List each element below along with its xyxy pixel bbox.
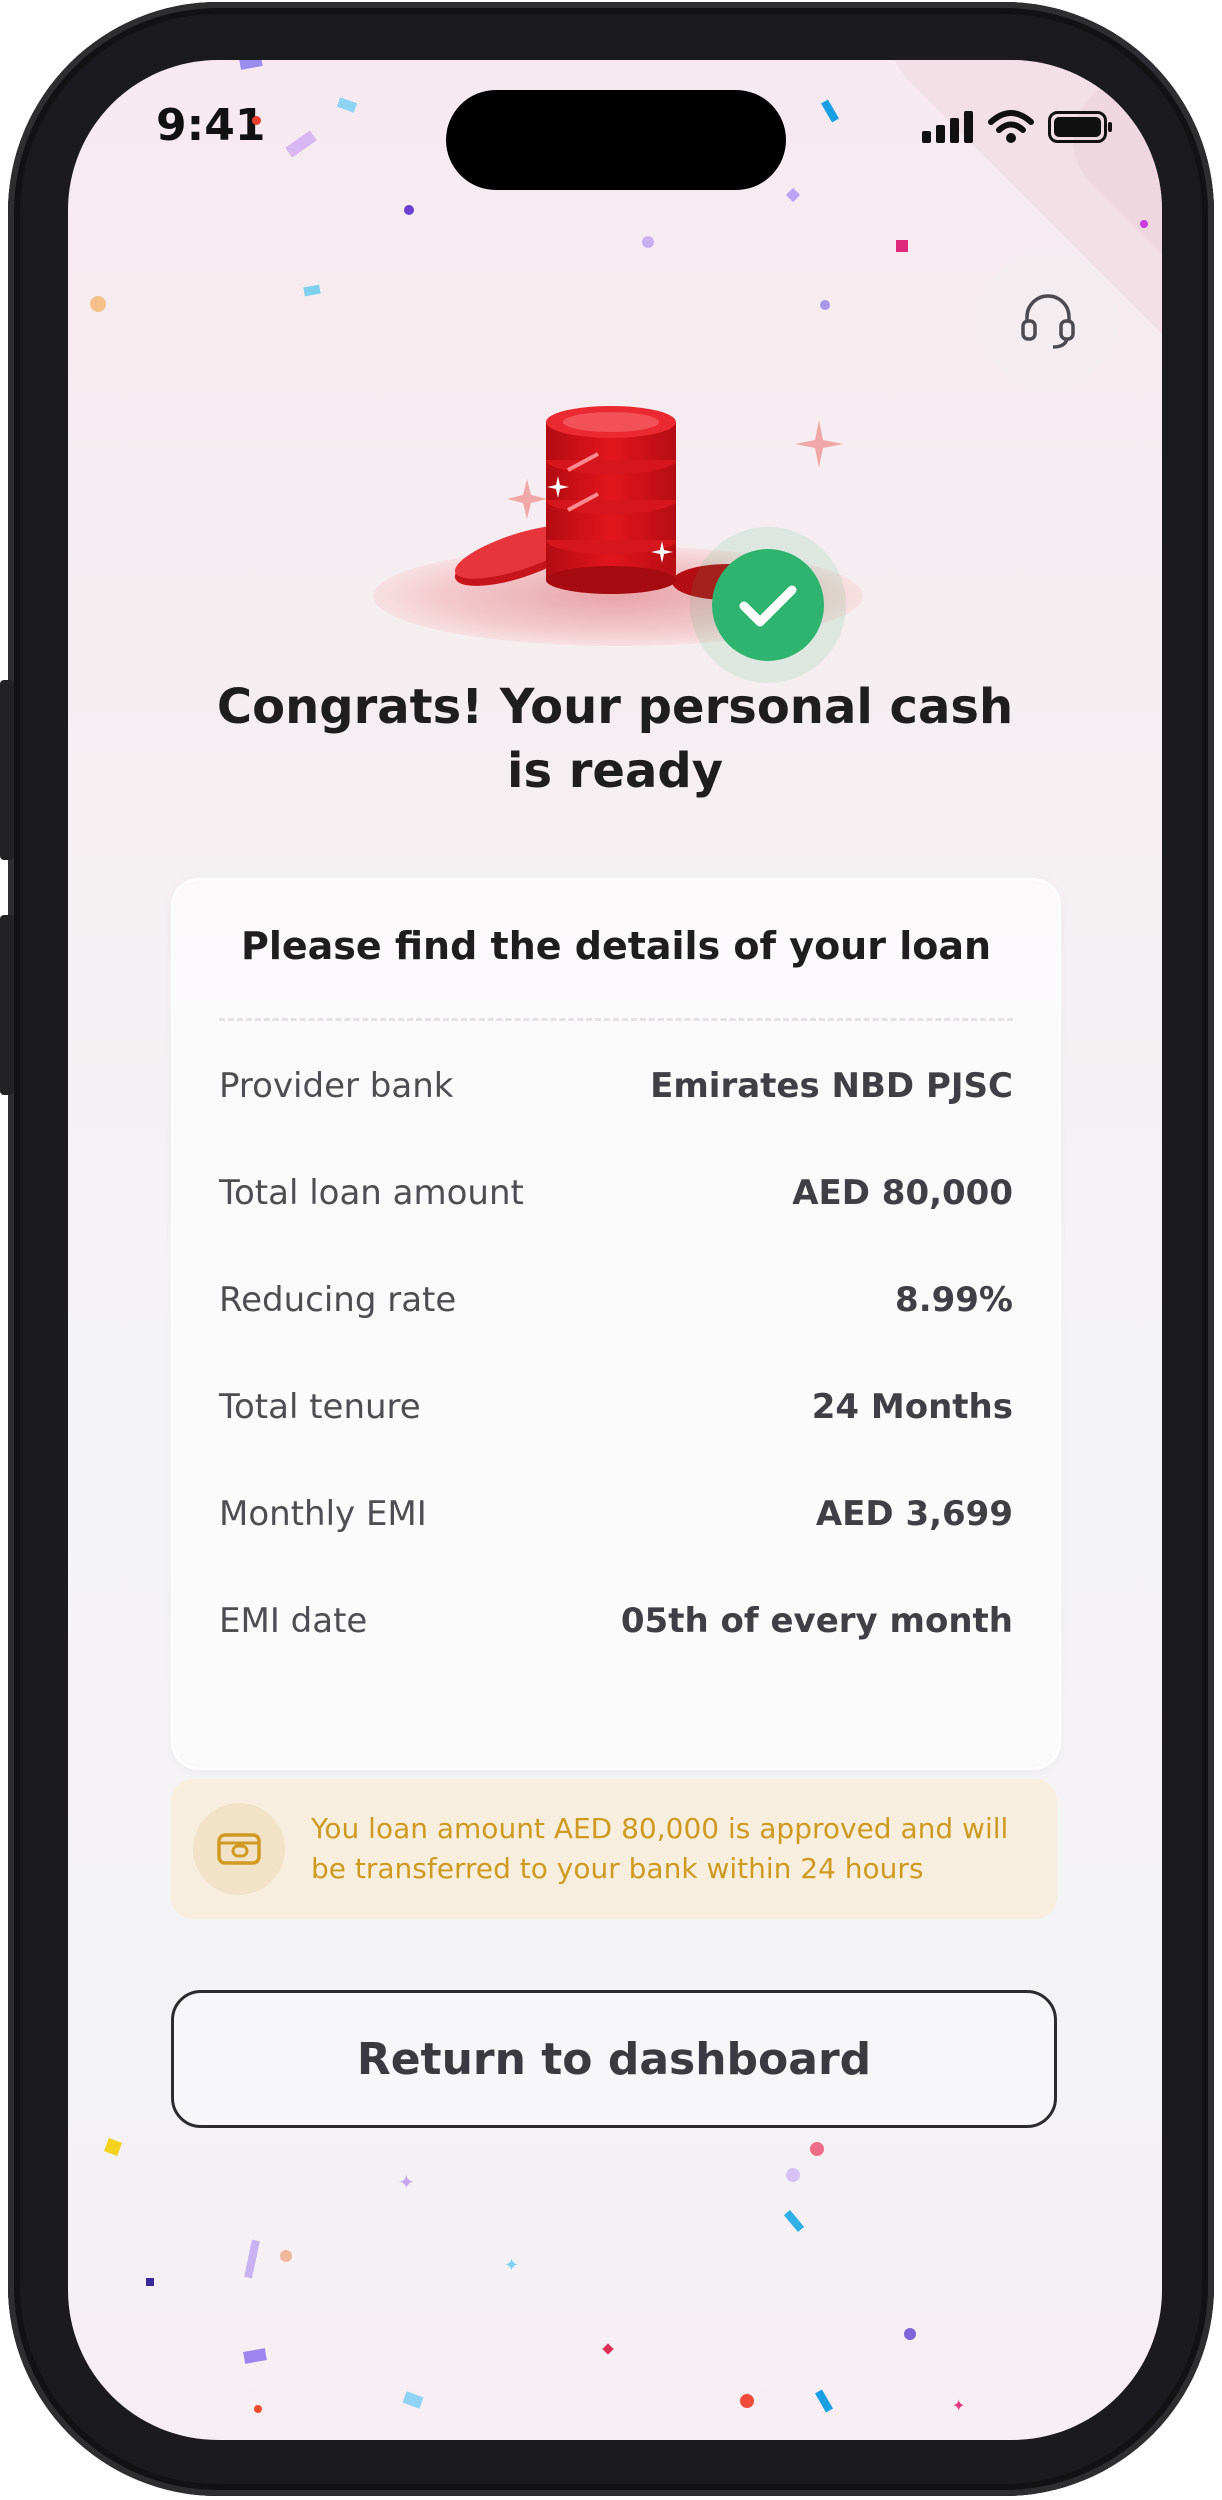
- detail-label: Total loan amount: [219, 1173, 524, 1213]
- card-heading: Please find the details of your loan: [240, 924, 992, 968]
- wallet-icon: [193, 1803, 285, 1895]
- wifi-icon: [988, 110, 1034, 143]
- detail-value: AED 80,000: [792, 1173, 1013, 1213]
- notice-text: You loan amount AED 80,000 is approved a…: [311, 1812, 1009, 1885]
- detail-row-emi-date: EMI date 05th of every month: [219, 1591, 1013, 1651]
- detail-row-monthly-emi: Monthly EMI AED 3,699: [219, 1484, 1013, 1544]
- screen: ✦ ✦ ✦ 9:41 Congrats! Your personal cash …: [68, 60, 1162, 2440]
- confetti: [336, 97, 358, 113]
- confetti: [90, 296, 106, 312]
- side-button-action: [0, 680, 14, 860]
- detail-row-provider-bank: Provider bank Emirates NBD PJSC: [219, 1056, 1013, 1116]
- confetti: ✦: [952, 2396, 966, 2415]
- page-title: Congrats! Your personal cash is ready: [216, 679, 1014, 799]
- detail-label: EMI date: [219, 1601, 368, 1641]
- confetti: [280, 2250, 292, 2262]
- confetti: [602, 2343, 614, 2355]
- detail-value: 05th of every month: [620, 1601, 1013, 1641]
- confetti: [820, 300, 830, 310]
- confetti: [815, 2389, 833, 2413]
- coins-stack-with-check-icon: [373, 406, 863, 683]
- confetti: [244, 2239, 260, 2279]
- detail-label: Provider bank: [219, 1066, 454, 1106]
- detail-value: Emirates NBD PJSC: [650, 1066, 1013, 1106]
- confetti: [896, 240, 908, 252]
- detail-value: 8.99%: [895, 1280, 1013, 1320]
- confetti: [786, 2168, 800, 2182]
- support-button[interactable]: [978, 250, 1118, 390]
- confetti: [821, 99, 839, 123]
- confetti: [285, 130, 317, 158]
- confetti: [404, 205, 414, 215]
- detail-row-reducing-rate: Reducing rate 8.99%: [219, 1270, 1013, 1330]
- confetti: [146, 2278, 154, 2286]
- confetti: [740, 2394, 754, 2408]
- detail-row-total-loan-amount: Total loan amount AED 80,000: [219, 1163, 1013, 1223]
- detail-label: Total tenure: [219, 1387, 421, 1427]
- confetti: [783, 2210, 805, 2232]
- confetti: [104, 2138, 122, 2156]
- status-icons: [922, 110, 1114, 144]
- approval-notice: You loan amount AED 80,000 is approved a…: [171, 1779, 1057, 1919]
- confetti: ✦: [504, 2255, 520, 2276]
- signal-icon: [922, 111, 973, 143]
- confetti: [810, 2142, 824, 2156]
- confetti: [303, 284, 321, 297]
- headset-icon: [1021, 294, 1075, 349]
- confetti: [402, 2391, 424, 2409]
- confetti: [642, 236, 654, 248]
- detail-label: Monthly EMI: [219, 1494, 427, 1534]
- dynamic-island: [446, 90, 786, 190]
- side-button-volume: [0, 915, 14, 1095]
- detail-value: 24 Months: [811, 1387, 1013, 1427]
- detail-label: Reducing rate: [219, 1280, 457, 1320]
- confetti: [254, 2405, 262, 2413]
- confetti: [904, 2328, 916, 2340]
- confetti: [239, 60, 263, 70]
- battery-icon: [1048, 111, 1112, 143]
- status-time: 9:41: [156, 100, 266, 151]
- detail-row-total-tenure: Total tenure 24 Months: [219, 1377, 1013, 1437]
- loan-details-card: Please find the details of your loan Pro…: [171, 878, 1061, 1770]
- confetti: [785, 187, 801, 203]
- confetti: ✦: [398, 2170, 415, 2194]
- detail-value: AED 3,699: [815, 1494, 1013, 1534]
- divider: [219, 1018, 1013, 1021]
- return-to-dashboard-button[interactable]: Return to dashboard: [171, 1990, 1057, 2128]
- confetti: [243, 2348, 267, 2364]
